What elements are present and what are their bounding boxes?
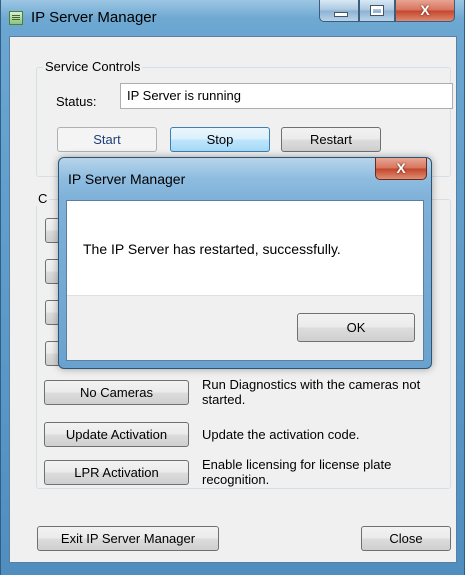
lpr-activation-button[interactable]: LPR Activation xyxy=(44,460,189,485)
caption-buttons: X xyxy=(319,0,455,26)
restart-confirmation-dialog: IP Server Manager X The IP Server has re… xyxy=(58,157,432,369)
commands-legend: C xyxy=(36,191,50,206)
title-bar[interactable]: IP Server Manager X xyxy=(1,0,464,36)
update-activation-description: Update the activation code. xyxy=(202,427,360,442)
stop-button[interactable]: Stop xyxy=(170,127,270,152)
dialog-footer: OK xyxy=(67,295,423,360)
service-controls-legend: Service Controls xyxy=(43,59,143,74)
server-manager-icon[interactable] xyxy=(9,11,23,25)
close-window-button[interactable]: X xyxy=(395,0,455,22)
dialog-title: IP Server Manager xyxy=(68,171,186,187)
maximize-icon xyxy=(370,5,384,16)
dialog-body: The IP Server has restarted, successfull… xyxy=(66,200,424,361)
ok-button[interactable]: OK xyxy=(297,313,415,342)
status-field[interactable]: IP Server is running xyxy=(120,83,453,109)
maximize-button[interactable] xyxy=(359,0,395,22)
close-icon: X xyxy=(396,160,406,176)
status-label: Status: xyxy=(56,94,97,109)
minimize-icon xyxy=(334,12,348,17)
dialog-message: The IP Server has restarted, successfull… xyxy=(83,241,341,257)
restart-button[interactable]: Restart xyxy=(281,127,381,152)
update-activation-button[interactable]: Update Activation xyxy=(44,422,189,447)
dialog-close-button[interactable]: X xyxy=(375,158,427,180)
minimize-button[interactable] xyxy=(319,0,359,22)
start-button[interactable]: Start xyxy=(57,127,157,152)
lpr-activation-description: Enable licensing for license plate recog… xyxy=(202,457,392,487)
no-cameras-description: Run Diagnostics with the cameras not sta… xyxy=(202,377,421,407)
main-window: IP Server Manager X Service Controls Sta… xyxy=(0,0,465,575)
close-button[interactable]: Close xyxy=(361,526,451,551)
no-cameras-button[interactable]: No Cameras xyxy=(44,380,189,405)
exit-ip-server-manager-button[interactable]: Exit IP Server Manager xyxy=(37,526,219,551)
close-icon: X xyxy=(420,2,430,18)
window-title: IP Server Manager xyxy=(31,9,157,26)
